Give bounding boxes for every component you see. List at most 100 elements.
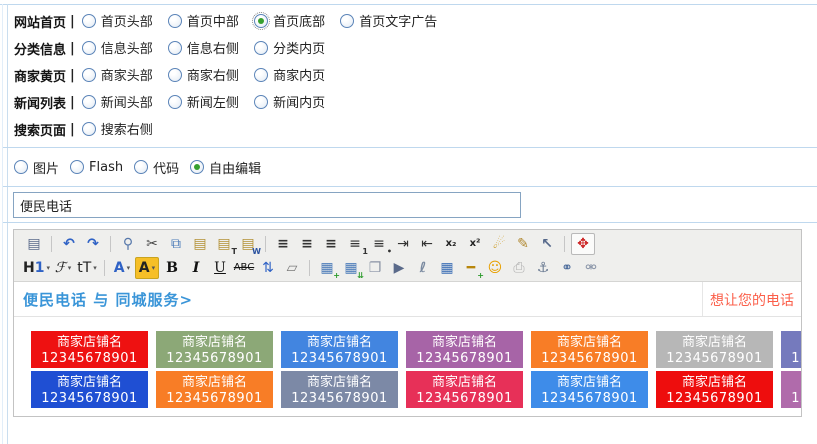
insert-image-icon[interactable]: ▦+	[316, 258, 338, 278]
source-clipboard-icon[interactable]: ▤	[23, 234, 45, 254]
unordered-list-icon[interactable]: ≡•	[368, 234, 390, 254]
horizontal-rule-icon[interactable]: ━+	[460, 258, 482, 278]
radio-option-图片[interactable]: 图片	[14, 158, 59, 177]
toolbar-separator	[110, 236, 111, 252]
unlink-icon[interactable]: ⚮	[580, 258, 602, 278]
insert-table-icon[interactable]: ▦	[436, 258, 458, 278]
radio-option-新闻内页[interactable]: 新闻内页	[254, 92, 325, 111]
align-center-icon[interactable]: ≡	[296, 234, 318, 254]
radio-icon[interactable]	[14, 160, 28, 174]
radio-option-新闻头部[interactable]: 新闻头部	[82, 92, 153, 111]
radio-option-商家右侧[interactable]: 商家右侧	[168, 65, 239, 84]
cut-icon[interactable]: ✂	[141, 234, 163, 254]
shop-block-phone: 12345678901	[781, 392, 801, 405]
radio-option-首页中部[interactable]: 首页中部	[168, 11, 239, 30]
bold-icon[interactable]: B	[161, 258, 183, 278]
fullscreen-icon[interactable]: ✥	[571, 233, 595, 255]
text-color-dropdown[interactable]: A▾	[111, 258, 133, 278]
radio-option-商家内页[interactable]: 商家内页	[254, 65, 325, 84]
radio-icon[interactable]	[168, 14, 182, 28]
region-row: 网站首页 | 首页头部 首页中部 首页底部 首页文字广告	[14, 8, 448, 35]
content-right-note: 想让您的电话	[710, 290, 794, 310]
paste-text-icon[interactable]: ▤T	[213, 234, 235, 254]
attachment-icon[interactable]: ℓ	[412, 258, 434, 278]
new-document-icon[interactable]: ✎	[512, 234, 534, 254]
align-right-icon[interactable]: ≡	[320, 234, 342, 254]
radio-option-信息右侧[interactable]: 信息右侧	[168, 38, 239, 57]
upload-image-icon[interactable]: ▦⇊	[340, 258, 362, 278]
radio-icon[interactable]	[168, 68, 182, 82]
preview-icon[interactable]: ⚲	[117, 234, 139, 254]
outdent-icon[interactable]: ⇤	[416, 234, 438, 254]
eraser-icon[interactable]: ▱	[281, 258, 303, 278]
region-row: 商家黄页 | 商家头部 商家右侧 商家内页	[14, 62, 448, 89]
radio-icon[interactable]	[82, 95, 96, 109]
radio-icon[interactable]	[82, 122, 96, 136]
radio-option-自由编辑[interactable]: 自由编辑	[190, 158, 261, 177]
save-icon[interactable]: ⎙	[508, 258, 530, 278]
select-all-icon[interactable]: ↖	[536, 234, 558, 254]
shop-block: 商家店铺名12345678901	[406, 371, 523, 408]
region-row-label: 搜索页面	[14, 120, 66, 139]
label-separator: |	[70, 95, 75, 110]
radio-icon[interactable]	[134, 160, 148, 174]
font-family-dropdown[interactable]: ℱ▾	[52, 258, 74, 278]
line-spacing-icon[interactable]: ⇅	[257, 258, 279, 278]
radio-icon[interactable]	[190, 160, 204, 174]
radio-icon[interactable]	[168, 41, 182, 55]
anchor-icon[interactable]: ⚓	[532, 258, 554, 278]
paste-word-icon[interactable]: ▤W	[237, 234, 259, 254]
ordered-list-icon[interactable]: ≡1	[344, 234, 366, 254]
shop-block-phone: 12345678901	[281, 352, 398, 365]
radio-icon[interactable]	[82, 14, 96, 28]
radio-icon[interactable]	[254, 68, 268, 82]
radio-option-代码[interactable]: 代码	[134, 158, 179, 177]
shop-block: 商家店铺名12345678901	[281, 331, 398, 368]
radio-option-首页文字广告[interactable]: 首页文字广告	[340, 11, 437, 30]
italic-icon[interactable]: I	[185, 258, 207, 278]
radio-option-新闻左侧[interactable]: 新闻左侧	[168, 92, 239, 111]
radio-icon[interactable]	[82, 68, 96, 82]
subscript-icon[interactable]: x₂	[440, 234, 462, 254]
title-input[interactable]	[13, 192, 521, 218]
radio-icon[interactable]	[254, 14, 268, 28]
undo-icon[interactable]: ↶	[58, 234, 80, 254]
clean-format-icon[interactable]: ☄	[488, 234, 510, 254]
radio-icon[interactable]	[254, 95, 268, 109]
insert-video-icon[interactable]: ▶	[388, 258, 410, 278]
font-size-dropdown[interactable]: tT▾	[76, 258, 98, 278]
underline-icon[interactable]: U	[209, 258, 231, 278]
radio-icon[interactable]	[254, 41, 268, 55]
link-icon[interactable]: ⚭	[556, 258, 578, 278]
radio-option-首页底部[interactable]: 首页底部	[254, 11, 325, 30]
emoticon-icon[interactable]: ☺	[484, 258, 506, 278]
radio-icon[interactable]	[168, 95, 182, 109]
heading-dropdown[interactable]: H1▾	[23, 258, 50, 278]
align-left-icon[interactable]: ≡	[272, 234, 294, 254]
radio-icon[interactable]	[70, 160, 84, 174]
region-row-label: 新闻列表	[14, 93, 66, 112]
region-row-label: 分类信息	[14, 39, 66, 58]
shop-block-phone: 12345678901	[531, 392, 648, 405]
radio-icon[interactable]	[82, 41, 96, 55]
radio-option-Flash[interactable]: Flash	[70, 160, 123, 175]
radio-option-商家头部[interactable]: 商家头部	[82, 65, 153, 84]
indent-icon[interactable]: ⇥	[392, 234, 414, 254]
paste-icon[interactable]: ▤	[189, 234, 211, 254]
radio-option-分类内页[interactable]: 分类内页	[254, 38, 325, 57]
shop-block-phone: 12345678901	[656, 392, 773, 405]
radio-icon[interactable]	[340, 14, 354, 28]
radio-option-信息头部[interactable]: 信息头部	[82, 38, 153, 57]
radio-option-首页头部[interactable]: 首页头部	[82, 11, 153, 30]
strikethrough-icon[interactable]: ABC	[233, 258, 255, 278]
content-type-selector: 图片 Flash 代码 自由编辑	[14, 153, 272, 181]
highlight-color-dropdown[interactable]: A▾	[135, 257, 159, 279]
redo-icon[interactable]: ↷	[82, 234, 104, 254]
copy-icon[interactable]: ⧉	[165, 234, 187, 254]
superscript-icon[interactable]: x²	[464, 234, 486, 254]
shop-block-phone: 12345678901	[31, 392, 148, 405]
radio-option-label: 新闻左侧	[187, 92, 239, 111]
page-edit-icon[interactable]: ❐	[364, 258, 386, 278]
editor-content-area[interactable]: 便民电话 与 同城服务> 想让您的电话 商家店铺名12345678901商家店铺…	[14, 282, 801, 415]
radio-option-搜索右侧[interactable]: 搜索右侧	[82, 119, 153, 138]
